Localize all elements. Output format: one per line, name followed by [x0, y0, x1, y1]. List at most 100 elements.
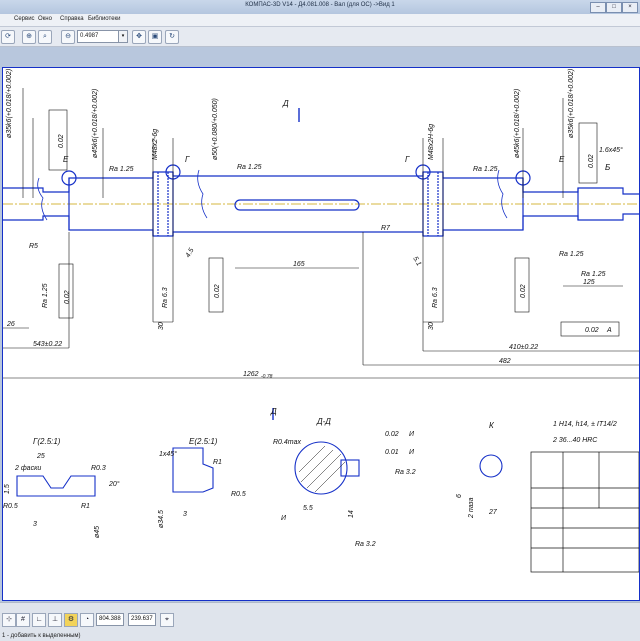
dim-125: 125 — [583, 279, 595, 286]
section-dd-14: 14 — [348, 510, 355, 518]
ra-2: Ra 1.25 — [237, 164, 262, 171]
detail-g-r05: R0.5 — [3, 503, 18, 510]
tol-box-6: 0.02 — [585, 327, 599, 334]
detail-g-r03: R0.3 — [91, 465, 106, 472]
section-dd-55: 5.5 — [303, 505, 313, 512]
grid-icon[interactable]: # — [16, 613, 30, 627]
menu-help[interactable]: Справка — [60, 16, 84, 22]
coord-y-field[interactable]: 239.637 — [128, 613, 156, 626]
drawing-annotations: Д Д Е Г Г Е Б К ø35k6(+0.018/+0.002) ø45… — [3, 69, 623, 548]
ra-8: Ra 1.25 — [559, 251, 584, 258]
drawing-sheet[interactable]: Д Д Е Г Г Е Б К ø35k6(+0.018/+0.002) ø45… — [2, 67, 640, 601]
snap-icon[interactable]: ⊹ — [2, 613, 16, 627]
section-k-slots: 2 паза — [468, 497, 475, 519]
title-block — [530, 451, 640, 573]
dim-top-6: ø45k6(+0.018/+0.002) — [514, 89, 521, 158]
dim-1262-tol: -0.78 — [261, 374, 273, 380]
section-k-6: 6 — [456, 494, 463, 498]
mark-g-right: Г — [405, 155, 410, 164]
menu-service[interactable]: Сервис — [14, 16, 35, 22]
orbit-icon[interactable]: ↻ — [165, 30, 179, 44]
status-hint: 1 - добавить к выделенным) — [2, 633, 81, 639]
zoom-window-icon[interactable]: ⌕ — [38, 30, 52, 44]
dim-top-1: ø35k6(+0.018/+0.002) — [6, 69, 13, 138]
zoom-dropdown-icon[interactable]: ▾ — [118, 30, 128, 43]
ra-6: Ra 6.3 — [162, 287, 169, 308]
section-dd-datum1: И — [409, 431, 415, 438]
dim-1262: 1262 — [243, 371, 259, 378]
detail-g-25: 25 — [36, 453, 45, 460]
tech-note-1: 1 H14, h14, ± IT14/2 — [553, 421, 617, 428]
section-dd-ra2: Ra 3.2 — [355, 541, 376, 548]
title-bar: КОМПАС-3D V14 - Д4.081.008 - Вал (для ОС… — [0, 0, 640, 14]
section-dd-datum2: И — [409, 449, 415, 456]
menu-libraries[interactable]: Библиотеки — [88, 16, 121, 22]
coord-x-field[interactable]: 804.388 — [96, 613, 124, 626]
detail-g-angle: 20° — [108, 480, 120, 488]
section-mark-d-top: Д — [282, 99, 289, 108]
ra-4: Ra 1.25 — [581, 271, 606, 278]
ra-1: Ra 1.25 — [109, 166, 134, 173]
ortho-icon[interactable]: ∟ — [32, 613, 46, 627]
zoom-out-icon[interactable]: ⊖ — [61, 30, 75, 44]
dim-5-1: 5.1 — [411, 256, 422, 268]
pan-icon[interactable]: ✥ — [132, 30, 146, 44]
zoom-in-icon[interactable]: ⊕ — [22, 30, 36, 44]
dim-top-2: ø45k6(+0.018/+0.002) — [92, 89, 99, 158]
dim-top-5: M48x2H-6g — [428, 124, 435, 160]
tech-note-2: 2 36...40 HRC — [552, 437, 598, 444]
show-all-icon[interactable]: ▣ — [148, 30, 162, 44]
dim-top-4: ø50(+0.080/+0.050) — [212, 98, 219, 160]
dim-30-left: 30 — [158, 322, 165, 330]
ra-7: Ra 6.3 — [432, 287, 439, 308]
detail-e-r1: R1 — [213, 459, 222, 466]
tol-box-6-datum: A — [606, 327, 612, 334]
dim-26: 26 — [6, 321, 15, 328]
section-dd-tol2: 0.01 — [385, 449, 399, 456]
dim-165: 165 — [293, 261, 305, 268]
detail-e-title: Е(2.5:1) — [189, 437, 218, 446]
detail-g-3: 3 — [33, 521, 37, 528]
dim-30-right: 30 — [428, 322, 435, 330]
dim-r5: R5 — [29, 243, 38, 250]
snaps-settings-icon[interactable]: ⚙ — [64, 613, 78, 627]
menu-window[interactable]: Окно — [38, 16, 52, 22]
section-dd-datum3: И — [281, 515, 287, 522]
zoom-scale-input[interactable]: 0.4987 — [77, 30, 119, 43]
window-title: КОМПАС-3D V14 - Д4.081.008 - Вал (для ОС… — [245, 2, 395, 8]
detail-g-title: Г(2.5:1) — [33, 437, 61, 446]
detail-g-r1: R1 — [81, 503, 90, 510]
tol-box-5: 0.02 — [588, 154, 595, 168]
detail-e-dia: ø34.5 — [158, 510, 165, 528]
refresh-icon[interactable]: ⟳ — [1, 30, 15, 44]
status-bar: ⊹ # ∟ ⊥ ⚙ ◔ 804.388 239.637 ⌖ 1 - добави… — [0, 602, 640, 641]
mark-b: Б — [605, 163, 610, 172]
tolerance-frames — [48, 109, 620, 337]
close-button[interactable]: × — [622, 2, 638, 13]
dim-top-3: M48x2-6g — [152, 129, 159, 160]
drawing-canvas[interactable]: Д Д Е Г Г Е Б К ø35k6(+0.018/+0.002) ø45… — [0, 47, 640, 602]
detail-e-chamfer: 1x45° — [159, 450, 177, 458]
detail-g-15: 1.5 — [4, 484, 11, 494]
section-dd-r04: R0.4max — [273, 439, 302, 446]
maximize-button[interactable]: □ — [606, 2, 622, 13]
minimize-button[interactable]: – — [590, 2, 606, 13]
section-dd-ra1: Ra 3.2 — [395, 469, 416, 476]
round-icon[interactable]: ◔ — [80, 613, 94, 627]
mark-g-left: Г — [185, 155, 190, 164]
detail-views — [16, 441, 503, 497]
tol-box-4: 0.02 — [520, 284, 527, 298]
local-cs-icon[interactable]: ⊥ — [48, 613, 62, 627]
dim-chamfer: 1.6x45° — [599, 146, 623, 154]
cursor-icon[interactable]: ⌖ — [160, 613, 174, 627]
detail-g-chamfers: 2 фаски — [14, 465, 41, 472]
ra-5: Ra 1.25 — [42, 283, 49, 308]
tol-box-2: 0.02 — [64, 290, 71, 304]
toolbar: ⟳ ⊕ ⌕ ⊖ 0.4987 ▾ ✥ ▣ ↻ — [0, 27, 640, 47]
section-mark-d-bottom: Д — [270, 407, 277, 416]
section-k-27: 27 — [488, 509, 498, 516]
dim-410: 410±0.22 — [509, 344, 538, 351]
detail-e-3: 3 — [183, 511, 187, 518]
dim-543: 543±0.22 — [33, 341, 62, 348]
menu-bar: Сервис Окно Справка Библиотеки — [0, 14, 640, 27]
